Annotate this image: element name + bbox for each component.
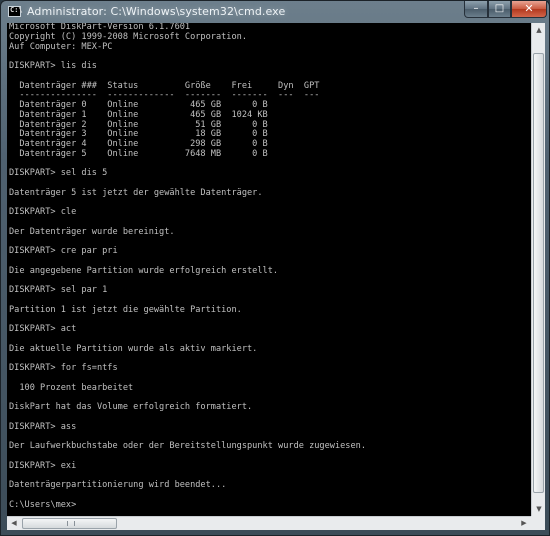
minimize-icon: –	[473, 3, 479, 14]
console-line: DISKPART> ass	[9, 421, 77, 432]
console-line: --------------- ------------- ------- --…	[9, 90, 320, 101]
horizontal-scrollbar[interactable]: ◀ ▶	[7, 516, 531, 530]
horizontal-scroll-thumb[interactable]	[22, 518, 117, 529]
scroll-right-arrow-icon[interactable]: ▶	[517, 517, 531, 530]
console-line: Datenträger 1 Online 465 GB 1024 KB	[9, 109, 268, 120]
console-line: DISKPART> cle	[9, 207, 77, 218]
console-line: DiskPart hat das Volume erfolgreich form…	[9, 402, 253, 413]
console-line: Datenträgerpartitionierung wird beendet.…	[9, 480, 227, 491]
cmd-icon[interactable]: C:\	[8, 6, 23, 17]
console-line: Datenträger 4 Online 298 GB 0 B	[9, 139, 268, 149]
console-line: Datenträger 2 Online 51 GB 0 B	[9, 119, 268, 130]
console-line: DISKPART> sel par 1	[9, 285, 108, 296]
close-icon: ✕	[524, 2, 534, 15]
size-grip[interactable]	[531, 516, 545, 530]
console-line: DISKPART> sel dis 5	[9, 168, 108, 179]
vertical-scrollbar[interactable]: ▲ ▼	[531, 23, 545, 516]
console-line: Datenträger 3 Online 18 GB 0 B	[9, 129, 268, 140]
console-line: Datenträger 5 Online 7648 MB 0 B	[9, 148, 268, 159]
cmd-icon-glyph: C:\	[10, 6, 23, 14]
console-line: C:\Users\mex>	[9, 499, 77, 510]
cmd-window: C:\ Administrator: C:\Windows\system32\c…	[0, 0, 550, 536]
title-bar[interactable]: C:\ Administrator: C:\Windows\system32\c…	[1, 1, 549, 23]
vertical-scroll-thumb[interactable]	[533, 53, 544, 493]
scroll-left-arrow-icon[interactable]: ◀	[7, 517, 21, 530]
console-line: Copyright (C) 1999-2008 Microsoft Corpor…	[9, 31, 247, 42]
console-line: Auf Computer: MEX-PC	[9, 41, 113, 52]
console-line: DISKPART> act	[9, 324, 77, 335]
console-line: Microsoft DiskPart-Version 6.1.7601	[9, 23, 191, 32]
console-line: Datenträger ### Status Größe Frei Dyn GP…	[9, 80, 320, 91]
close-button[interactable]: ✕	[511, 1, 547, 18]
console-output[interactable]: Microsoft DiskPart-Version 6.1.7601 Copy…	[7, 23, 531, 516]
console-line: Die aktuelle Partition wurde als aktiv m…	[9, 343, 258, 354]
console-line: Die angegebene Partition wurde erfolgrei…	[9, 265, 279, 276]
maximize-icon: □	[494, 3, 505, 14]
console-line: DISKPART> lis dis	[9, 61, 97, 71]
console-line: Der Datenträger wurde bereinigt.	[9, 226, 175, 237]
console-line: Datenträger 0 Online 465 GB 0 B	[9, 100, 268, 110]
console-text: Microsoft DiskPart-Version 6.1.7601 Copy…	[7, 23, 531, 511]
console-line: Datenträger 5 ist jetzt der gewählte Dat…	[9, 187, 263, 198]
console-line: 100 Prozent bearbeitet	[9, 382, 134, 393]
console-line: Der Laufwerkbuchstabe oder der Bereitste…	[9, 441, 366, 452]
grip-icon	[67, 521, 75, 526]
scroll-down-arrow-icon[interactable]: ▼	[533, 502, 545, 516]
console-line: DISKPART> cre par pri	[9, 246, 118, 257]
console-line: DISKPART> for fs=ntfs	[9, 363, 118, 374]
minimize-button[interactable]: –	[464, 1, 488, 18]
console-line: DISKPART> exi	[9, 460, 77, 471]
maximize-button[interactable]: □	[488, 1, 511, 18]
console-line: Partition 1 ist jetzt die gewählte Parti…	[9, 304, 242, 315]
scroll-up-arrow-icon[interactable]: ▲	[533, 23, 545, 37]
window-title: Administrator: C:\Windows\system32\cmd.e…	[27, 5, 286, 18]
